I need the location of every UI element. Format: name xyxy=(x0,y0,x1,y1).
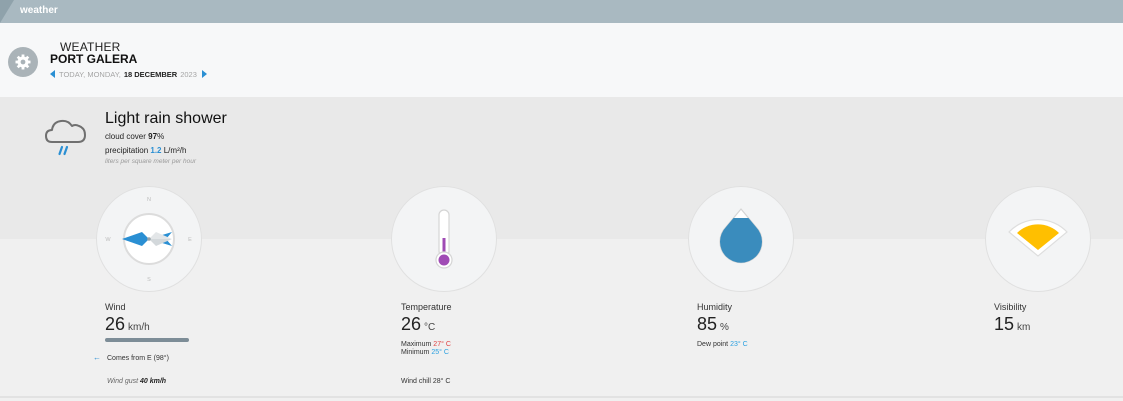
visibility-dial xyxy=(985,186,1091,292)
precipitation-unit: L/m²/h xyxy=(163,146,187,155)
wind-chill: Wind chill 28° C xyxy=(401,378,451,385)
header: WEATHER PORT GALERA TODAY, MONDAY, 18 DE… xyxy=(0,23,1123,97)
temperature-min-value: 25° C xyxy=(431,349,449,356)
wind-unit: km/h xyxy=(128,322,150,333)
precipitation: precipitation 1.2 L/m²/h xyxy=(105,146,186,155)
date-value: 18 DECEMBER xyxy=(123,69,178,79)
humidity-label: Humidity xyxy=(697,302,733,312)
temperature-max: Maximum 27° C xyxy=(401,341,451,348)
top-bar-corner xyxy=(0,0,14,23)
temperature-min: Minimum 25° C xyxy=(401,349,449,356)
visibility-unit: km xyxy=(1017,322,1031,333)
water-drop-icon xyxy=(719,208,763,264)
date-prefix: TODAY, MONDAY, xyxy=(59,69,121,79)
date-selector: TODAY, MONDAY, 18 DECEMBER 2023 xyxy=(50,68,207,80)
wind-arrow-icon: ← xyxy=(93,353,101,362)
precipitation-value: 1.2 xyxy=(150,146,162,155)
temperature-max-label: Maximum xyxy=(401,341,432,348)
footer-divider xyxy=(0,396,1123,398)
thermometer-icon xyxy=(435,209,453,269)
settings-button[interactable] xyxy=(8,47,38,77)
compass-north: N xyxy=(147,197,151,203)
visibility-value: 15 km xyxy=(994,314,1030,335)
temperature-unit: °C xyxy=(424,322,436,333)
humidity-number: 85 xyxy=(697,314,718,334)
wind-label: Wind xyxy=(105,302,126,312)
moon-cloud-rain-icon xyxy=(42,107,86,156)
wind-origin-text: Comes from E (98°) xyxy=(107,355,169,362)
condition-title: Light rain shower xyxy=(105,110,227,127)
wind-gust-value: 40 km/h xyxy=(140,378,167,385)
date-year: 2023 xyxy=(180,69,197,79)
dew-point: Dew point 23° C xyxy=(697,341,748,348)
cloud-cover-value: 97 xyxy=(148,132,158,141)
humidity-dial xyxy=(688,186,794,292)
wind-speed-bar xyxy=(105,338,189,342)
dew-point-label: Dew point xyxy=(697,341,729,348)
next-day-arrow-icon[interactable] xyxy=(201,70,207,78)
wind-value: 26 km/h xyxy=(105,314,150,335)
temperature-max-value: 27° C xyxy=(433,341,451,348)
location-name: PORT GALERA xyxy=(50,52,138,66)
temperature-dial xyxy=(391,186,497,292)
temperature-min-label: Minimum xyxy=(401,349,430,356)
cloud-cover-label: cloud cover xyxy=(105,132,146,141)
wind-speed: 26 xyxy=(105,314,126,334)
precipitation-hint: liters per square meter per hour xyxy=(105,158,197,165)
compass-east: E xyxy=(188,237,192,243)
cloud-cover: cloud cover 97% xyxy=(105,132,164,141)
previous-day-arrow-icon[interactable] xyxy=(50,70,55,78)
top-bar-title: weather xyxy=(20,5,58,16)
wind-compass: N E S W xyxy=(96,186,202,292)
compass-south: S xyxy=(147,277,151,283)
temperature-number: 26 xyxy=(401,314,422,334)
gear-icon xyxy=(15,54,31,70)
temperature-label: Temperature xyxy=(401,302,452,312)
visibility-number: 15 xyxy=(994,314,1015,334)
wind-gust: Wind gust 40 km/h xyxy=(107,378,166,385)
compass-west: W xyxy=(105,237,111,243)
visibility-label: Visibility xyxy=(994,302,1027,312)
top-bar: weather xyxy=(0,0,1123,23)
humidity-value: 85% xyxy=(697,314,729,335)
visibility-fan-icon xyxy=(1008,219,1068,257)
dew-point-value: 23° C xyxy=(730,341,748,348)
temperature-value: 26 °C xyxy=(401,314,435,335)
humidity-unit: % xyxy=(720,322,729,333)
cloud-cover-unit: % xyxy=(157,132,165,141)
wind-gust-label: Wind gust xyxy=(107,378,139,385)
precipitation-label: precipitation xyxy=(105,146,149,155)
wind-origin: ← Comes from E (98°) xyxy=(93,353,169,362)
compass-icon: N E S W xyxy=(105,197,192,283)
